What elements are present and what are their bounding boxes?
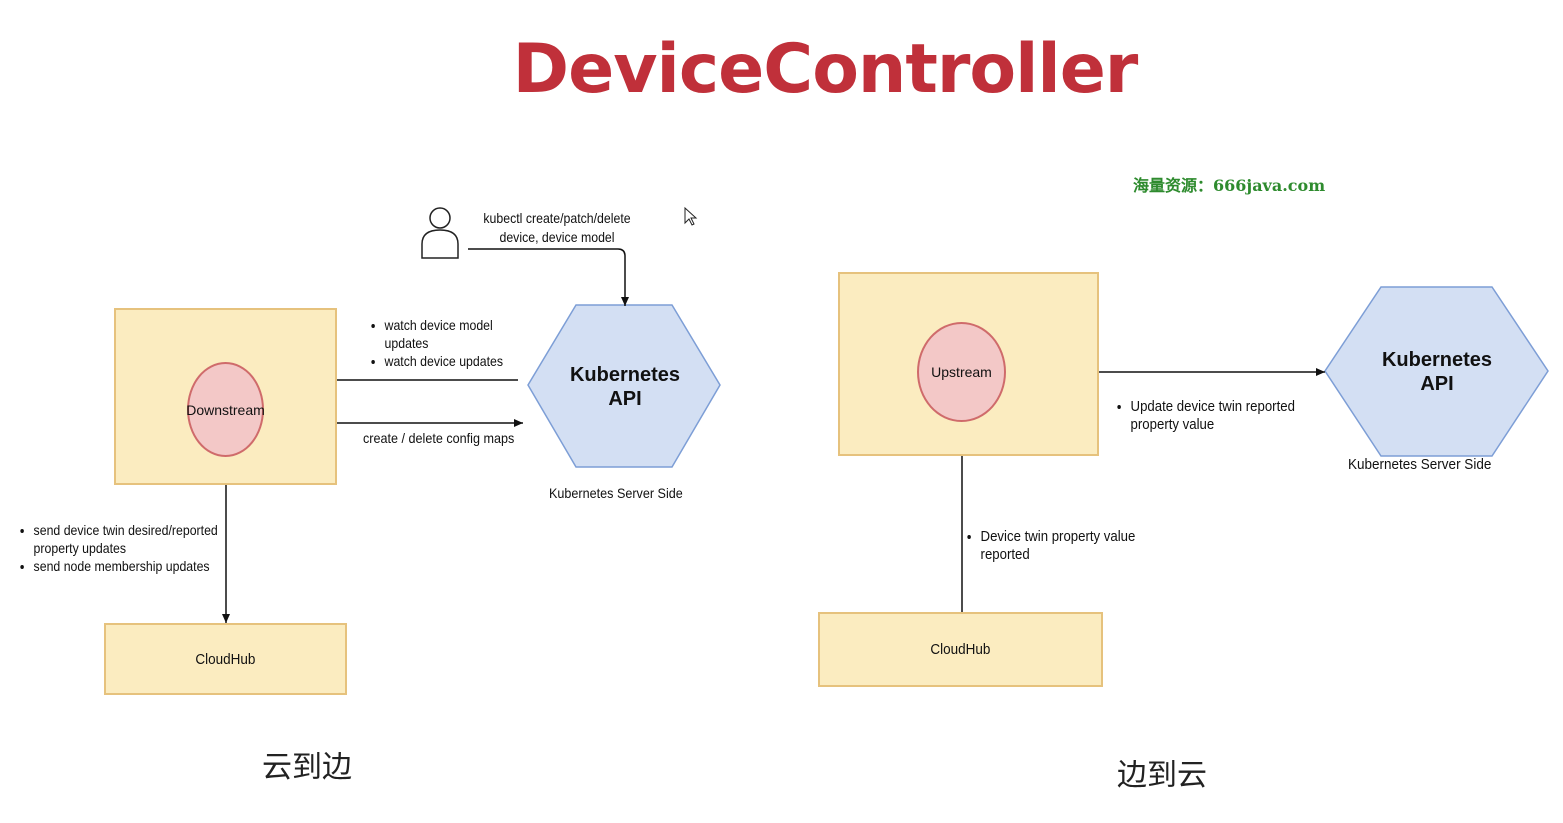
- watch-note: watch device model updates watch device …: [374, 316, 515, 370]
- upstream-label: Upstream: [931, 364, 992, 380]
- left-caption: 云到边: [262, 750, 352, 785]
- left-cloudhub-box: CloudHub: [104, 623, 347, 695]
- left-cloudhub-label: CloudHub: [195, 650, 256, 668]
- update-item: Update device twin reported property val…: [1131, 398, 1296, 434]
- downstream-node: Downstream: [186, 362, 265, 457]
- right-cloudhub-box: CloudHub: [818, 612, 1103, 687]
- left-k8s-label: Kubernetes API: [560, 363, 690, 411]
- cursor-icon: [684, 206, 698, 226]
- send-item: send node membership updates: [34, 557, 221, 575]
- send-item: send device twin desired/reported proper…: [34, 521, 221, 557]
- create-config-label: create / delete config maps: [363, 430, 515, 446]
- kubectl-line-1: kubectl create/patch/delete: [483, 210, 631, 226]
- left-k8s-line-1: Kubernetes: [569, 364, 681, 386]
- right-k8s-line-2: API: [1420, 373, 1454, 395]
- right-k8s-label: Kubernetes API: [1372, 348, 1502, 396]
- left-k8s-side-label: Kubernetes Server Side: [549, 485, 683, 501]
- upstream-node: Upstream: [917, 322, 1006, 422]
- send-note: send device twin desired/reported proper…: [23, 521, 221, 575]
- kubectl-note: kubectl create/patch/delete device, devi…: [473, 209, 640, 247]
- watch-item: watch device updates: [385, 352, 515, 370]
- device-item: Device twin property value reported: [981, 528, 1155, 564]
- right-cloudhub-label: CloudHub: [930, 641, 991, 658]
- right-k8s-line-1: Kubernetes: [1381, 349, 1493, 371]
- left-k8s-line-2: API: [608, 388, 642, 410]
- update-note: Update device twin reported property val…: [1120, 398, 1296, 434]
- downstream-label: Downstream: [186, 401, 265, 418]
- kubectl-arrow: [468, 248, 629, 306]
- right-k8s-side-label: Kubernetes Server Side: [1348, 456, 1492, 473]
- watch-item: watch device model updates: [385, 316, 515, 352]
- device-note: Device twin property value reported: [970, 528, 1155, 564]
- user-icon: [421, 207, 459, 259]
- kubectl-line-2: device, device model: [499, 229, 615, 245]
- right-caption: 边到云: [1117, 758, 1207, 793]
